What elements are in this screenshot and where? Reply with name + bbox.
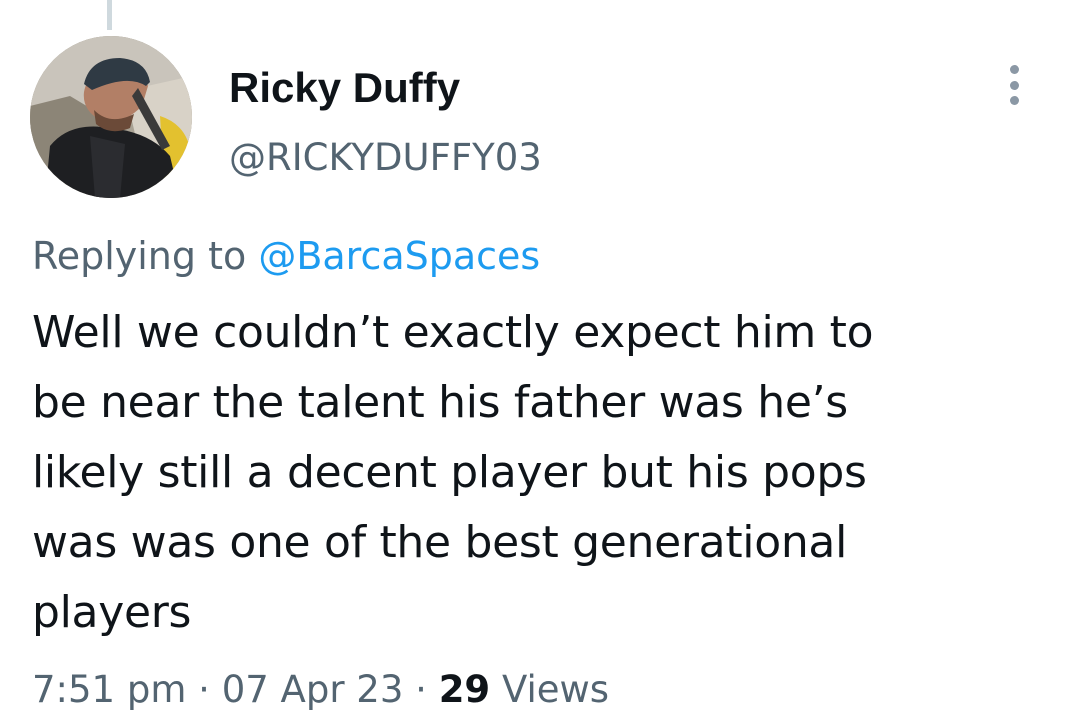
display-name[interactable]: Ricky Duffy: [229, 62, 460, 114]
tweet-detail: Ricky Duffy @RICKYDUFFY03 Replying to @B…: [0, 0, 1073, 727]
meta-separator: ·: [186, 668, 222, 711]
views-count[interactable]: 29: [439, 668, 491, 711]
replying-to-label: Replying to: [32, 234, 259, 278]
tweet-text: Well we couldn’t exactly expect him to b…: [32, 307, 874, 638]
tweet-metadata: 7:51 pm · 07 Apr 23 · 29 Views: [32, 664, 609, 716]
meta-separator: ·: [403, 668, 439, 711]
user-handle[interactable]: @RICKYDUFFY03: [229, 134, 542, 182]
replying-to: Replying to @BarcaSpaces: [32, 230, 540, 282]
more-options-button[interactable]: [998, 62, 1030, 108]
more-vertical-icon: [1009, 65, 1019, 74]
avatar[interactable]: [30, 36, 192, 198]
thread-connector-line: [107, 0, 112, 30]
tweet-time[interactable]: 7:51 pm: [32, 668, 186, 711]
views-label: Views: [490, 668, 610, 711]
reply-mention-link[interactable]: @BarcaSpaces: [258, 234, 540, 278]
more-vertical-icon: [1009, 96, 1019, 105]
avatar-image: [30, 36, 192, 198]
more-vertical-icon: [1009, 80, 1019, 90]
tweet-date[interactable]: 07 Apr 23: [222, 668, 404, 711]
